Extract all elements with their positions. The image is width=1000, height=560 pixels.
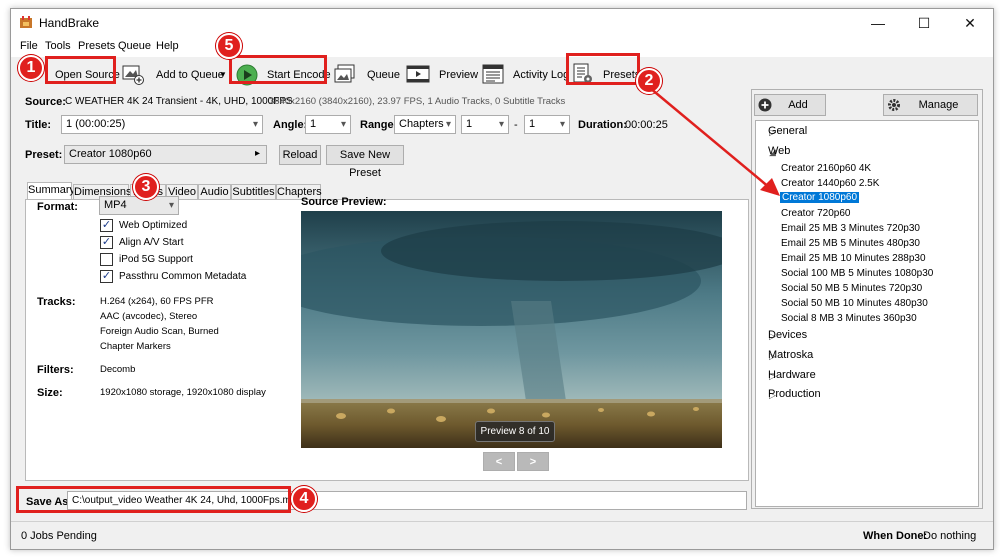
maximize-button[interactable]: ☐: [901, 9, 947, 37]
preset-item[interactable]: Email 25 MB 3 Minutes 720p30: [781, 223, 920, 234]
menu-tools[interactable]: Tools: [45, 40, 71, 52]
format-label: Format:: [37, 201, 78, 213]
menu-presets[interactable]: Presets: [78, 40, 115, 52]
range-end-select[interactable]: 1: [524, 115, 570, 134]
annotation-box-open-source: [45, 56, 116, 84]
preset-item[interactable]: Social 8 MB 3 Minutes 360p30: [781, 313, 917, 324]
menu-bar: File Tools Presets Queue Help: [11, 37, 993, 57]
source-info: 3840x2160 (3840x2160), 23.97 FPS, 1 Audi…: [269, 96, 566, 107]
source-label: Source:: [25, 96, 66, 108]
title-bar: HandBrake — ☐ ✕: [11, 9, 993, 37]
source-preview-label: Source Preview:: [301, 196, 387, 208]
title-label: Title:: [25, 119, 52, 131]
annotation-badge-4: 4: [291, 486, 317, 512]
tab-summary[interactable]: Summary: [27, 182, 75, 200]
range-separator: -: [514, 119, 518, 131]
preset-select[interactable]: Creator 1080p60: [64, 145, 267, 164]
preset-group-devices[interactable]: Devices: [768, 329, 807, 341]
preset-item[interactable]: Social 50 MB 5 Minutes 720p30: [781, 283, 922, 294]
angle-select[interactable]: 1: [305, 115, 351, 134]
queue-button[interactable]: Queue: [367, 69, 400, 81]
annotation-box-start-encode: [229, 55, 327, 84]
reload-button[interactable]: Reload: [279, 145, 321, 165]
tab-audio[interactable]: Audio: [198, 184, 231, 200]
save-new-preset-button[interactable]: Save New Preset: [326, 145, 404, 179]
preset-item[interactable]: Social 100 MB 5 Minutes 1080p30: [781, 268, 933, 279]
passthru-metadata-label: Passthru Common Metadata: [119, 271, 247, 282]
preview-button[interactable]: Preview: [439, 69, 478, 81]
queue-icon[interactable]: [333, 63, 357, 85]
activity-log-button[interactable]: Activity Log: [513, 69, 569, 81]
preview-icon[interactable]: [406, 63, 430, 85]
ipod-checkbox[interactable]: [100, 253, 113, 266]
align-av-checkbox[interactable]: ✓: [100, 236, 113, 249]
when-done-label: When Done:: [863, 530, 928, 542]
next-preview-button[interactable]: >: [517, 452, 549, 471]
preset-group-matroska[interactable]: Matroska: [768, 349, 813, 361]
preset-item[interactable]: Creator 720p60: [781, 208, 851, 219]
annotation-arrow: [649, 87, 780, 196]
source-name: C WEATHER 4K 24 Transient - 4K, UHD, 100…: [65, 96, 293, 107]
window-title: HandBrake: [39, 16, 100, 30]
preset-item[interactable]: Creator 2160p60 4K: [781, 163, 871, 174]
preset-item[interactable]: Creator 1440p60 2.5K: [781, 178, 879, 189]
preset-item-selected[interactable]: Creator 1080p60: [780, 192, 860, 203]
preset-label: Preset:: [25, 149, 63, 161]
preview-caption: Preview 8 of 10: [475, 421, 555, 442]
previous-preview-button[interactable]: <: [483, 452, 515, 471]
duration-label: Duration:: [578, 119, 627, 131]
gear-icon: [888, 99, 900, 111]
track-item: H.264 (x264), 60 FPS PFR: [100, 296, 214, 307]
track-item: Chapter Markers: [100, 341, 171, 352]
toolbar: Open Source Add to Queue ▼ Start Encode …: [11, 57, 993, 93]
add-to-queue-button[interactable]: Add to Queue: [156, 69, 224, 81]
passthru-metadata-checkbox[interactable]: ✓: [100, 270, 113, 283]
annotation-badge-1: 1: [18, 55, 44, 81]
tracks-label: Tracks:: [37, 296, 76, 308]
activity-log-icon[interactable]: [481, 63, 505, 85]
handbrake-app-icon: [20, 16, 32, 28]
handbrake-window: HandBrake — ☐ ✕ File Tools Presets Queue…: [10, 8, 994, 550]
annotation-badge-5: 5: [216, 33, 242, 59]
status-bar: [11, 521, 993, 549]
preset-item[interactable]: Email 25 MB 5 Minutes 480p30: [781, 238, 920, 249]
title-select[interactable]: 1 (00:00:25): [61, 115, 263, 134]
size-value: 1920x1080 storage, 1920x1080 display: [100, 387, 266, 398]
preset-group-production[interactable]: Production: [768, 388, 821, 400]
annotation-box-save-as: [16, 486, 291, 513]
align-av-label: Align A/V Start: [119, 237, 184, 248]
minimize-button[interactable]: —: [855, 9, 901, 37]
annotation-box-presets: [566, 53, 640, 85]
size-label: Size:: [37, 387, 63, 399]
ipod-label: iPod 5G Support: [119, 254, 193, 265]
close-button[interactable]: ✕: [947, 9, 993, 37]
range-start-select[interactable]: 1: [461, 115, 509, 134]
filters-label: Filters:: [37, 364, 74, 376]
tab-subtitles[interactable]: Subtitles: [231, 184, 276, 200]
range-type-select[interactable]: Chapters: [394, 115, 456, 134]
when-done-select[interactable]: Do nothing: [923, 530, 976, 542]
web-optimized-checkbox[interactable]: ✓: [100, 219, 113, 232]
range-label: Range:: [360, 119, 398, 131]
track-item: Foreign Audio Scan, Burned: [100, 326, 219, 337]
filters-value: Decomb: [100, 364, 136, 375]
track-item: AAC (avcodec), Stereo: [100, 311, 198, 322]
web-optimized-label: Web Optimized: [119, 220, 188, 231]
menu-queue[interactable]: Queue: [118, 40, 151, 52]
preview-image: [301, 211, 722, 448]
add-to-queue-dropdown-icon[interactable]: ▼: [219, 70, 227, 79]
preset-item[interactable]: Email 25 MB 10 Minutes 288p30: [781, 253, 926, 264]
menu-file[interactable]: File: [20, 40, 38, 52]
preset-group-hardware[interactable]: Hardware: [768, 369, 816, 381]
preset-arrow-icon: ▸: [255, 148, 261, 159]
jobs-pending-status: 0 Jobs Pending: [21, 530, 97, 542]
preset-item[interactable]: Social 50 MB 10 Minutes 480p30: [781, 298, 928, 309]
annotation-badge-3: 3: [133, 174, 159, 200]
angle-label: Angle:: [273, 119, 308, 131]
format-select[interactable]: MP4: [99, 196, 179, 215]
menu-help[interactable]: Help: [156, 40, 179, 52]
add-to-queue-icon[interactable]: [121, 63, 145, 85]
